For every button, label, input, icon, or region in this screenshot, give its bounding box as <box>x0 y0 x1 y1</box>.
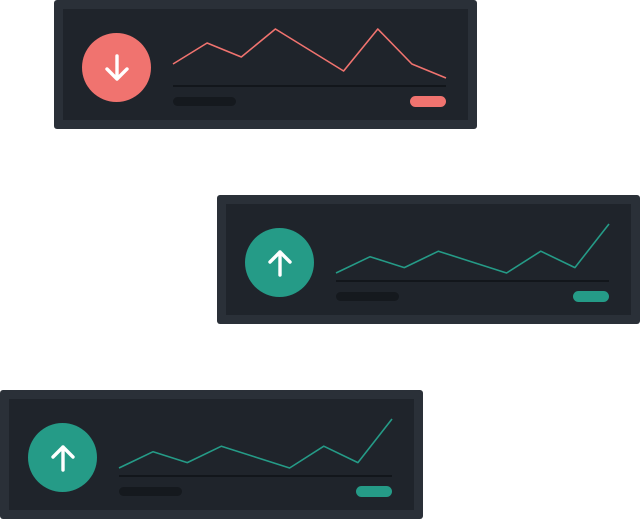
card-body <box>226 204 631 315</box>
trend-card-up <box>217 195 640 324</box>
sparkline-chart <box>335 223 610 282</box>
trend-card-down <box>54 0 477 129</box>
trend-card-up <box>0 390 423 519</box>
sparkline-series <box>335 223 610 274</box>
sparkline-series <box>118 418 393 469</box>
value-pill <box>356 486 392 497</box>
value-pill <box>573 291 609 302</box>
label-placeholder <box>173 97 236 106</box>
card-body <box>9 399 414 510</box>
sparkline-series <box>172 28 447 79</box>
sparkline-chart <box>118 418 393 477</box>
label-placeholder <box>336 292 399 301</box>
canvas <box>0 0 640 520</box>
sparkline-chart <box>172 28 447 87</box>
value-pill <box>410 96 446 107</box>
card-body <box>63 9 468 120</box>
label-placeholder <box>119 487 182 496</box>
